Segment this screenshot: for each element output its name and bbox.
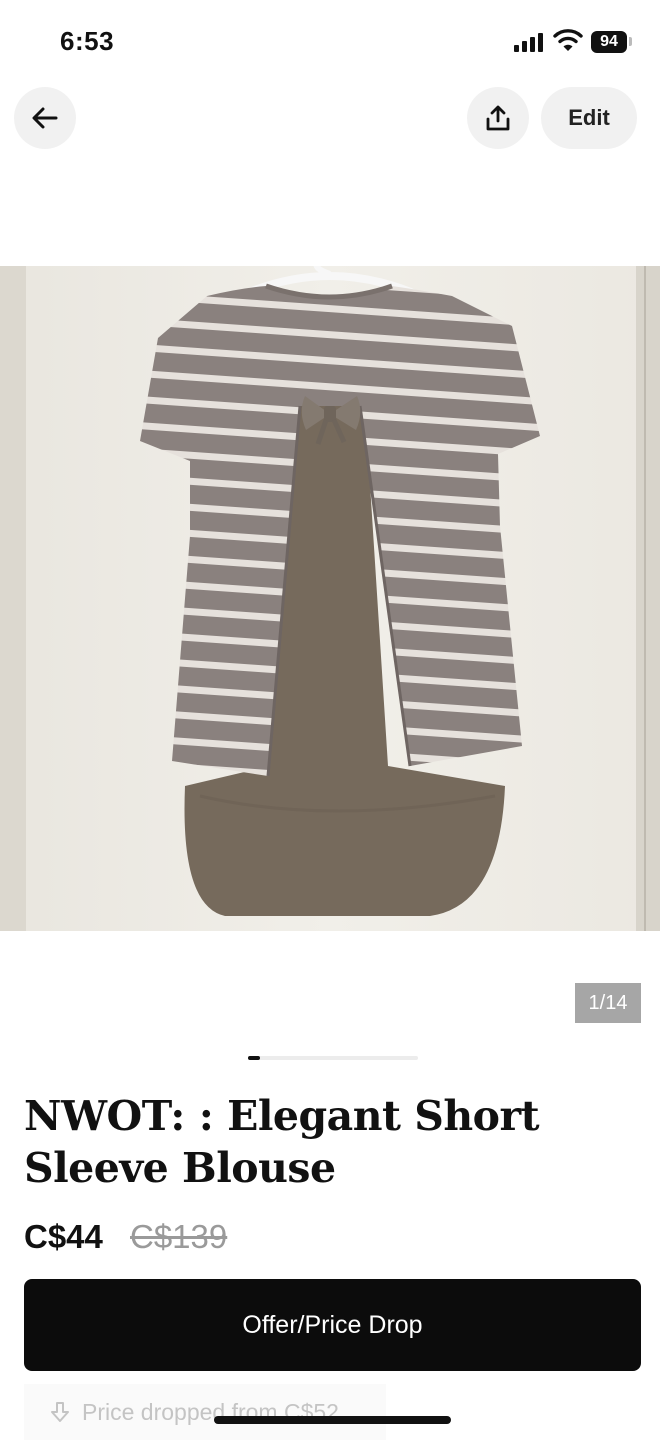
cellular-signal-icon	[514, 32, 546, 52]
product-image[interactable]	[0, 266, 660, 931]
back-button[interactable]	[14, 87, 76, 149]
share-icon	[486, 105, 510, 131]
carousel-progress-thumb	[248, 1056, 260, 1060]
carousel-progress	[248, 1056, 418, 1060]
image-counter: 1/14	[575, 983, 641, 1023]
wifi-icon	[553, 29, 583, 51]
offer-price-drop-button[interactable]: Offer/Price Drop	[24, 1279, 641, 1371]
arrow-left-icon	[32, 107, 58, 129]
edit-button[interactable]: Edit	[541, 87, 637, 149]
original-price: C$139	[130, 1218, 228, 1255]
current-price: C$44	[24, 1218, 103, 1255]
share-button[interactable]	[467, 87, 529, 149]
price-drop-notice: Price dropped from C$52	[24, 1384, 386, 1440]
status-time: 6:53	[60, 26, 115, 56]
status-bar: 6:53 94	[0, 0, 665, 84]
listing-title: NWOT: : Elegant Short Sleeve Blouse	[24, 1092, 540, 1192]
product-photo	[0, 266, 660, 931]
home-indicator[interactable]	[214, 1416, 451, 1424]
arrow-down-icon	[50, 1401, 70, 1423]
battery-icon: 94	[591, 31, 627, 53]
battery-cap	[629, 37, 632, 46]
